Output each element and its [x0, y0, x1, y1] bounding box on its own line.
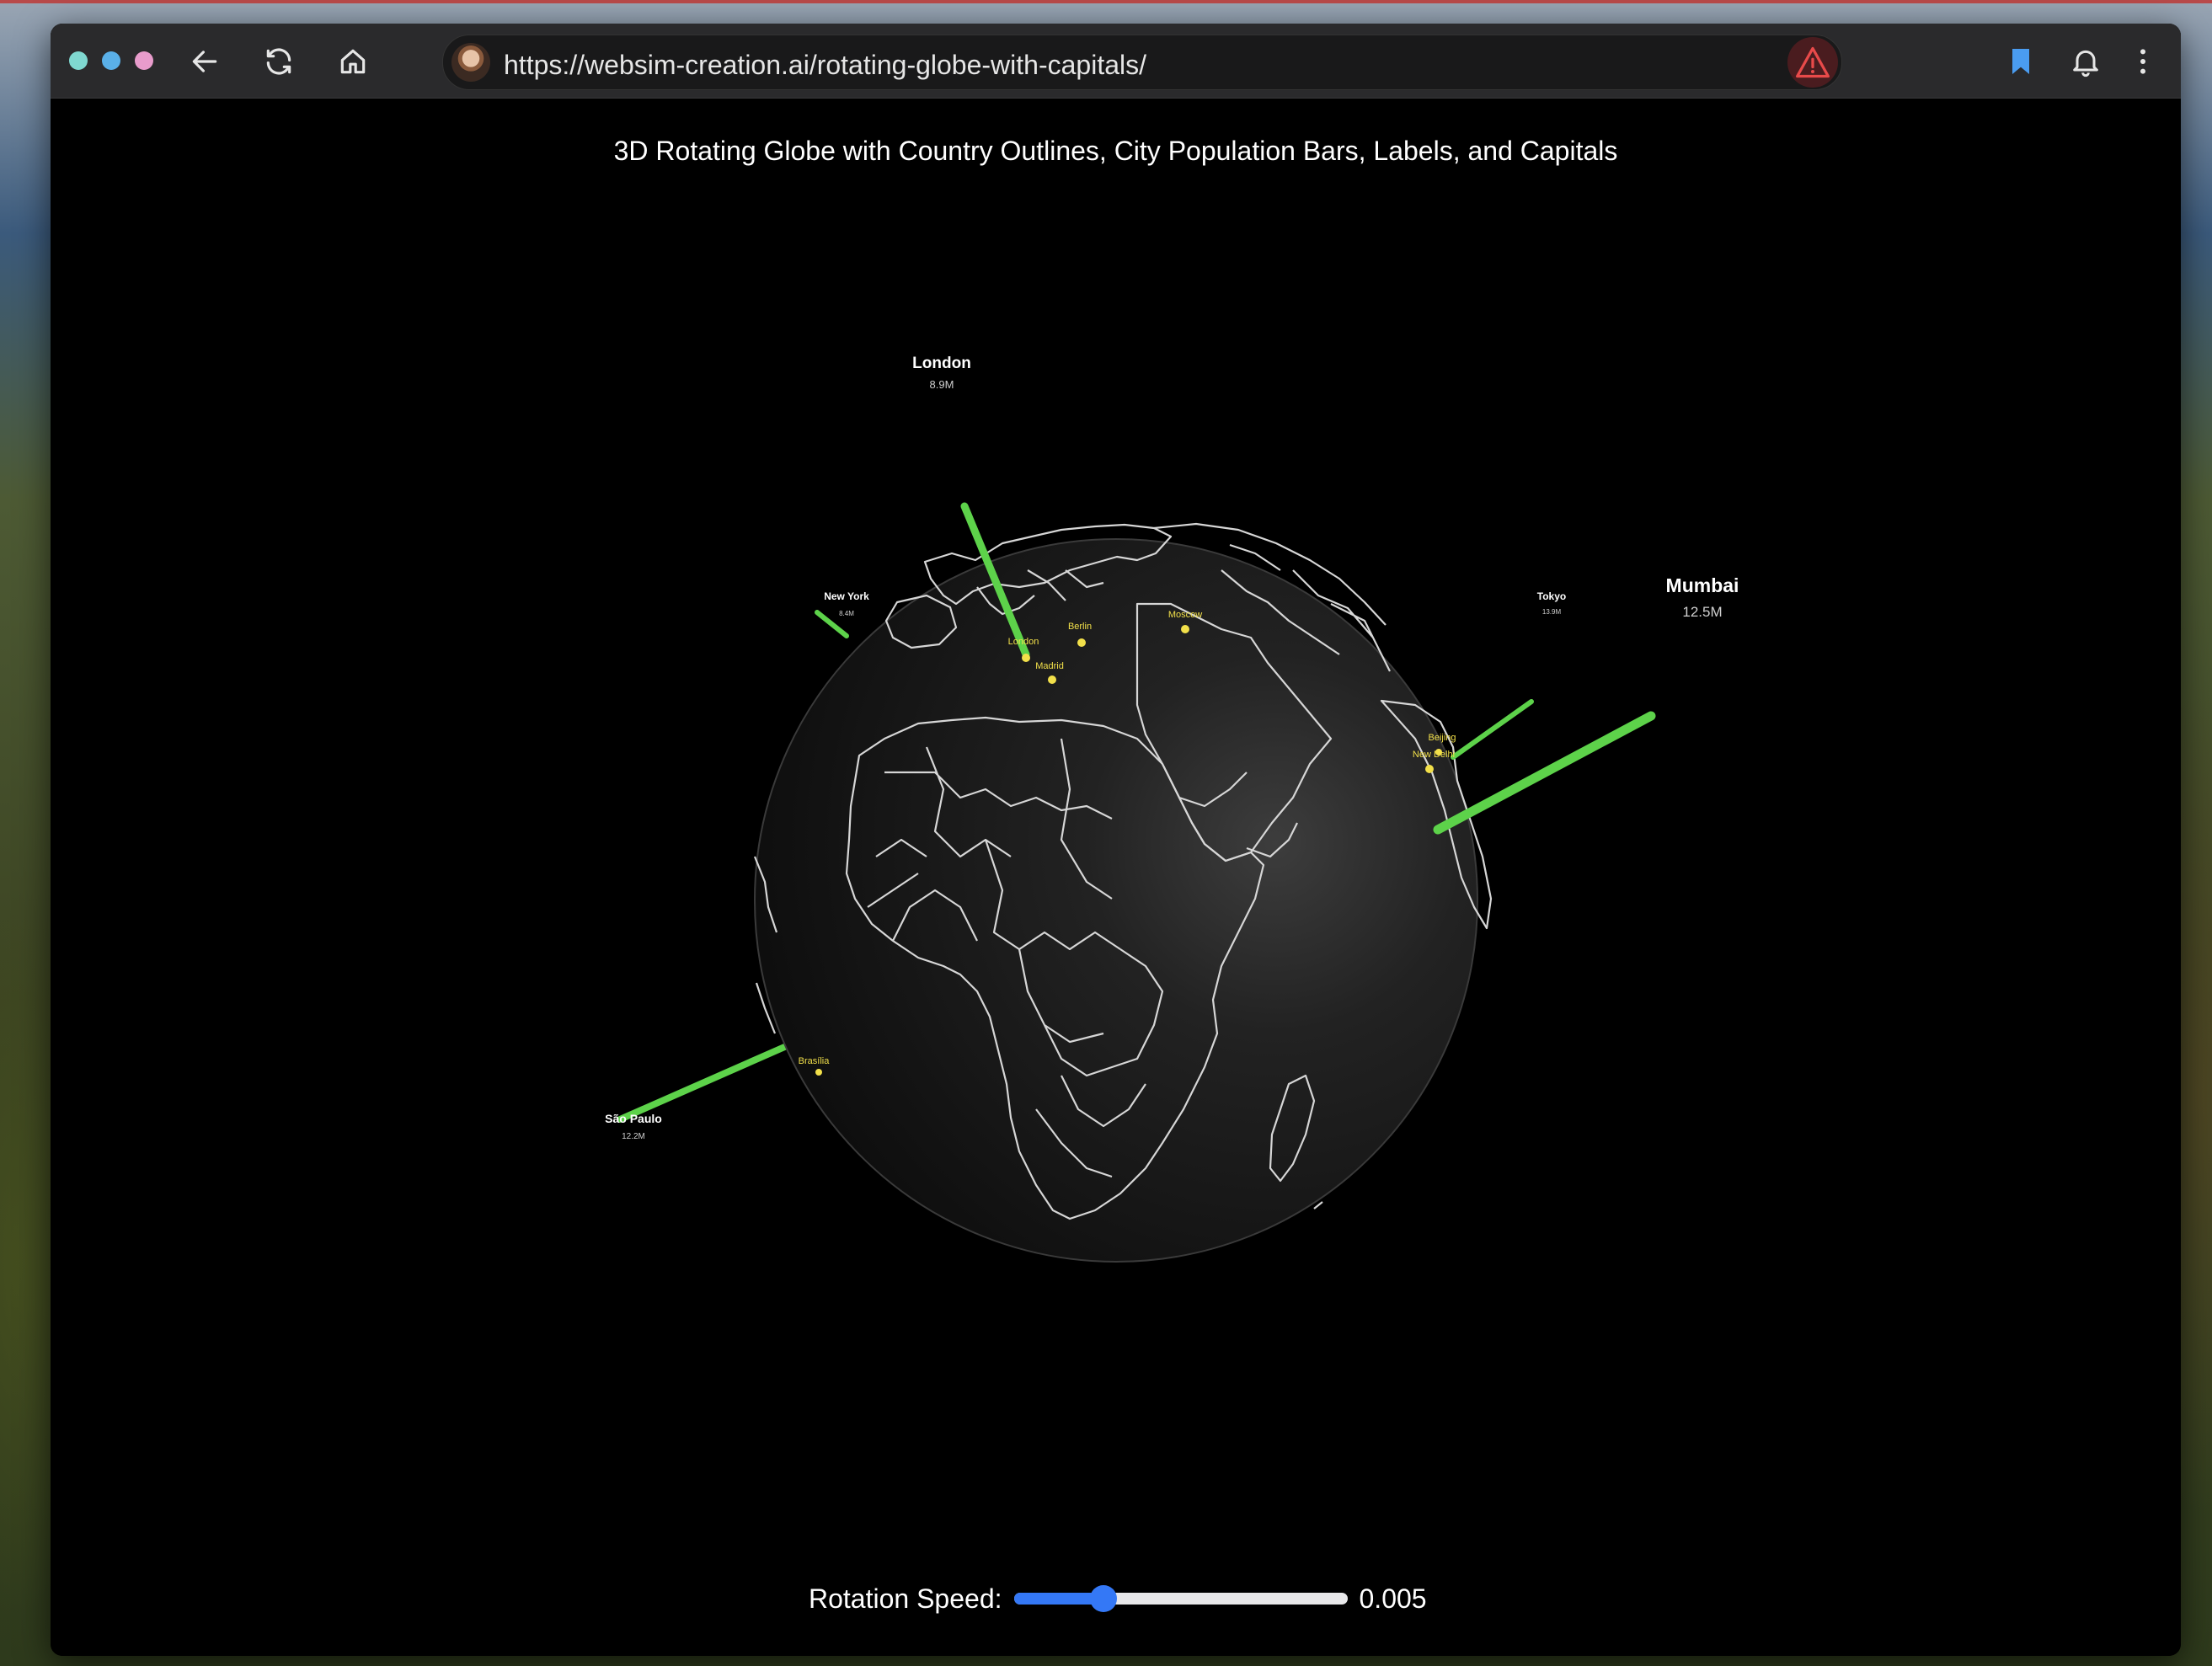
reload-icon [266, 48, 291, 75]
city-label-mumbai: Mumbai [1666, 574, 1739, 596]
url-text[interactable]: https://websim-creation.ai/rotating-glob… [504, 50, 1146, 81]
rotation-speed-value: 0.005 [1359, 1583, 1427, 1614]
city-pop-tokyo: 13.9M [1542, 608, 1562, 616]
back-arrow-icon [192, 51, 217, 72]
capital-dot-new-delhi [1425, 765, 1434, 773]
window-dot-1[interactable] [69, 51, 88, 70]
rotation-speed-control: Rotation Speed: 0.005 [809, 1578, 1427, 1620]
bookmark-button[interactable] [2000, 40, 2042, 83]
security-warning-button[interactable] [1787, 37, 1838, 88]
warning-icon [1796, 46, 1830, 78]
capital-label-moscow: Moscow [1168, 610, 1202, 620]
bookmark-icon [2012, 49, 2029, 74]
population-bar-sao-paulo [617, 1042, 792, 1123]
back-button[interactable] [184, 40, 226, 83]
reload-button[interactable] [258, 40, 300, 83]
rotation-speed-thumb[interactable] [1090, 1585, 1118, 1612]
address-bar[interactable]: https://websim-creation.ai/rotating-glob… [442, 35, 1842, 90]
capital-label-london: London [1008, 637, 1039, 647]
population-bar-tokyo [1451, 699, 1534, 760]
globe[interactable] [754, 538, 1478, 1263]
capital-dot-madrid [1048, 675, 1056, 684]
city-label-tokyo: Tokyo [1537, 590, 1566, 602]
capital-label-brasilia: Brasília [799, 1056, 831, 1066]
browser-window: https://websim-creation.ai/rotating-glob… [51, 24, 2181, 1656]
more-menu-button[interactable] [2122, 40, 2164, 83]
capital-label-madrid: Madrid [1035, 661, 1064, 671]
home-icon [340, 49, 366, 74]
capital-dot-brasilia [815, 1069, 822, 1076]
city-label-new-york: New York [824, 590, 869, 602]
capital-label-berlin: Berlin [1068, 622, 1092, 632]
capital-label-beijing: Beijing [1428, 733, 1456, 743]
city-pop-new-york: 8.4M [839, 610, 854, 617]
city-label-london: London [912, 355, 971, 372]
window-dot-2[interactable] [102, 51, 120, 70]
avatar[interactable] [451, 43, 490, 82]
notifications-button[interactable] [2065, 40, 2107, 83]
window-dot-3[interactable] [135, 51, 153, 70]
population-bar-mumbai [1433, 711, 1656, 835]
city-label-sao-paulo: São Paulo [605, 1112, 662, 1125]
city-pop-sao-paulo: 12.2M [622, 1132, 645, 1141]
city-pop-london: 8.9M [930, 378, 954, 391]
capital-dot-moscow [1181, 625, 1189, 633]
page-content: 3D Rotating Globe with Country Outlines,… [51, 99, 2181, 1656]
home-button[interactable] [332, 40, 374, 83]
city-pop-mumbai: 12.5M [1682, 604, 1722, 620]
globe-canvas[interactable]: London Berlin Moscow Madrid New Delhi Be… [51, 99, 2181, 1656]
more-vertical-icon [2140, 49, 2145, 74]
capital-label-new-delhi: New Delhi [1413, 750, 1455, 760]
capital-dot-berlin [1077, 638, 1086, 647]
rotation-speed-label: Rotation Speed: [809, 1583, 1002, 1614]
rotation-speed-slider[interactable] [1013, 1585, 1348, 1612]
capital-dot-london [1022, 654, 1030, 662]
desktop-top-edge [0, 0, 2212, 3]
bell-icon [2073, 50, 2098, 77]
browser-toolbar: https://websim-creation.ai/rotating-glob… [51, 24, 2181, 99]
